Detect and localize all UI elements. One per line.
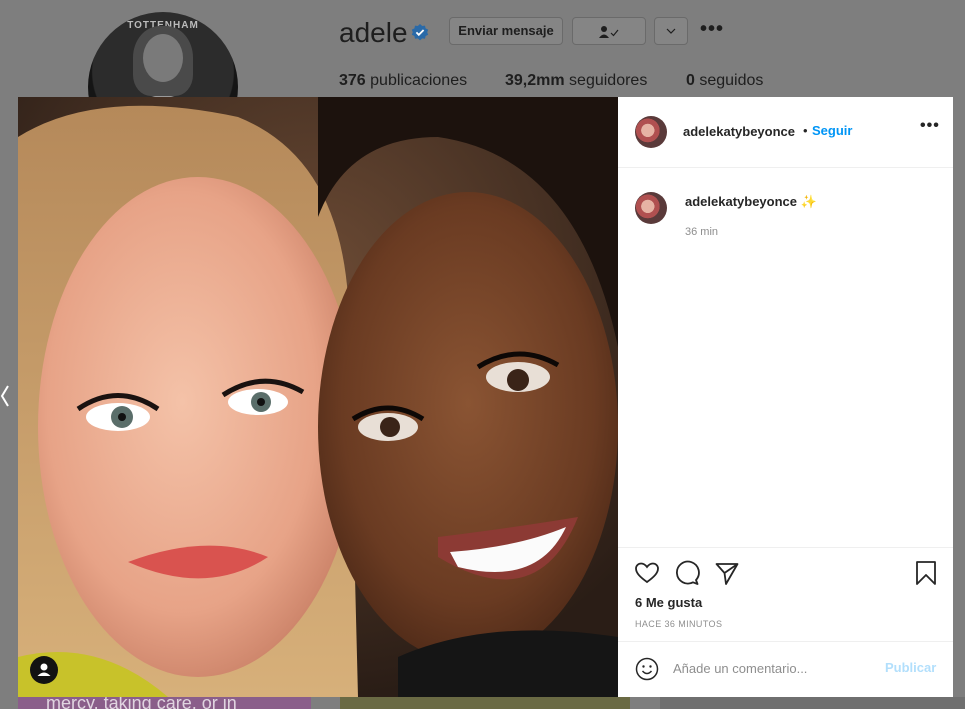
verified-badge-icon <box>411 24 429 41</box>
following-stat[interactable]: 0 seguidos <box>686 72 763 90</box>
publish-button[interactable]: Publicar <box>885 660 936 675</box>
share-icon[interactable] <box>714 560 740 586</box>
tag-user-icon[interactable] <box>30 656 58 684</box>
post-actions: 6 Me gusta HACE 36 MINUTOS <box>618 547 953 629</box>
grid-tile-text: mercy, taking care, or in <box>46 697 237 709</box>
person-check-icon <box>599 25 619 38</box>
heart-icon[interactable] <box>634 560 660 586</box>
followers-count: 39,2mm <box>505 72 565 89</box>
posts-label: publicaciones <box>365 72 468 89</box>
avatar-face <box>143 34 183 82</box>
likes-count[interactable]: 6 Me gusta <box>635 595 702 610</box>
profile-header: TOTTENHAM adele Enviar mensaje ••• 376 p… <box>0 0 965 162</box>
comment-box: Publicar <box>618 641 953 697</box>
chevron-left-icon[interactable] <box>0 382 10 410</box>
post-modal: adelekatybeyonce • Seguir ••• adelekatyb… <box>18 97 953 697</box>
post-photo[interactable] <box>18 97 618 697</box>
sparkle-emoji: ✨ <box>800 194 817 209</box>
posts-stat: 376 publicaciones <box>339 72 467 90</box>
followers-label: seguidores <box>564 72 648 89</box>
following-count: 0 <box>686 72 695 89</box>
following-label: seguidos <box>694 72 764 89</box>
send-message-button[interactable]: Enviar mensaje <box>449 17 563 45</box>
post-sidebar: adelekatybeyonce • Seguir ••• adelekatyb… <box>618 97 953 697</box>
more-dots-icon[interactable]: ••• <box>920 117 940 135</box>
followers-stat[interactable]: 39,2mm seguidores <box>505 72 647 90</box>
profile-username: adele <box>339 17 408 48</box>
grid-tile[interactable] <box>660 697 965 709</box>
comment-icon[interactable] <box>674 560 700 586</box>
caption-avatar[interactable] <box>635 192 667 224</box>
following-status-button[interactable] <box>572 17 646 45</box>
photo-illustration <box>18 97 618 697</box>
emoji-icon[interactable] <box>635 657 659 681</box>
post-date: HACE 36 MINUTOS <box>635 619 723 629</box>
caption-username: adelekatybeyonce ✨ <box>685 194 817 210</box>
grid-tile[interactable]: mercy, taking care, or in <box>18 697 311 709</box>
caption-username-text[interactable]: adelekatybeyonce <box>685 194 797 209</box>
more-dots-icon[interactable]: ••• <box>700 18 724 41</box>
author-username[interactable]: adelekatybeyonce <box>683 124 795 139</box>
author-avatar[interactable] <box>635 116 667 148</box>
comment-input[interactable] <box>673 657 873 679</box>
grid-tile[interactable] <box>340 697 630 709</box>
bookmark-icon[interactable] <box>914 560 938 586</box>
posts-count: 376 <box>339 72 366 89</box>
chevron-down-icon <box>666 28 676 34</box>
tag-user-glyph <box>37 663 51 676</box>
separator-dot: • <box>803 123 808 138</box>
follow-button[interactable]: Seguir <box>812 123 852 138</box>
more-options-dropdown[interactable] <box>654 17 688 45</box>
caption-timestamp: 36 min <box>685 226 719 238</box>
post-header: adelekatybeyonce • Seguir ••• <box>618 97 953 168</box>
